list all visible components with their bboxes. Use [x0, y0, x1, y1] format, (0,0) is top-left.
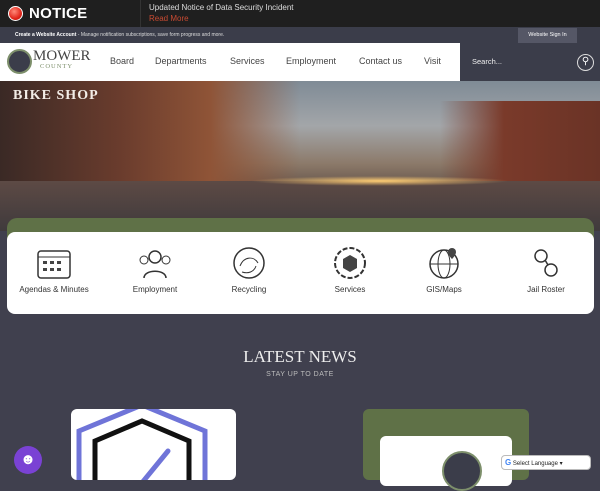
latest-news-subtitle: STAY UP TO DATE — [266, 371, 334, 378]
language-select[interactable]: G Select Language ▾ — [501, 455, 591, 470]
quick-link-gis-maps[interactable]: GIS/Maps — [399, 244, 489, 294]
shield-check-icon — [76, 409, 208, 480]
nav-departments[interactable]: Departments — [155, 56, 207, 66]
recycle-globe-icon — [233, 247, 265, 279]
quick-link-label: Jail Roster — [527, 285, 565, 294]
globe-pin-icon — [429, 248, 459, 279]
search-icon[interactable]: ⚲ — [577, 54, 594, 71]
news-card-image — [380, 436, 512, 491]
brand-name: MOWER — [33, 48, 91, 64]
website-sign-in-button[interactable]: Website Sign In — [518, 28, 577, 43]
quick-link-employment[interactable]: Employment — [110, 244, 200, 294]
google-icon: G — [505, 458, 512, 467]
account-bar: Create a Website Account - Manage notifi… — [0, 27, 600, 43]
search-box[interactable]: Search... ⚲ — [460, 43, 600, 81]
hero-image: BIKE SHOP — [0, 81, 600, 231]
calendar-icon — [37, 250, 71, 279]
hero-lights — [250, 176, 510, 186]
language-label: Select Language — [512, 461, 558, 467]
brand-logo[interactable]: MOWER COUNTY — [33, 49, 91, 71]
quick-link-label: Recycling — [231, 285, 267, 294]
hero-sign: BIKE SHOP — [13, 88, 99, 103]
nav-employment[interactable]: Employment — [286, 56, 336, 66]
quick-link-label: Agendas & Minutes — [19, 285, 89, 294]
create-account-link[interactable]: Create a Website Account — [15, 32, 76, 38]
quick-link-agendas[interactable]: Agendas & Minutes — [9, 244, 99, 294]
quick-links: Agendas & Minutes Employment Recycling S… — [7, 232, 594, 314]
nav-contact-us[interactable]: Contact us — [359, 56, 402, 66]
divider — [140, 0, 141, 27]
read-more-link[interactable]: Read More — [149, 14, 189, 23]
notice-bar: NOTICE Updated Notice of Data Security I… — [0, 0, 600, 27]
county-logo-icon — [442, 451, 482, 491]
quick-link-label: Services — [334, 285, 366, 294]
handcuffs-icon — [534, 249, 558, 277]
quick-link-services[interactable]: Services — [305, 244, 395, 294]
accessibility-icon[interactable]: ☻ — [14, 446, 42, 474]
nav-services[interactable]: Services — [230, 56, 265, 66]
notice-message[interactable]: Updated Notice of Data Security Incident — [149, 3, 294, 12]
nav-visit[interactable]: Visit — [424, 56, 441, 66]
nav-board[interactable]: Board — [110, 56, 134, 66]
gear-box-icon — [334, 247, 366, 279]
brand-sub: COUNTY — [40, 63, 74, 70]
quick-link-label: Employment — [132, 285, 178, 294]
alert-icon — [8, 6, 23, 21]
quick-link-recycling[interactable]: Recycling — [204, 244, 294, 294]
notice-label: NOTICE — [29, 5, 88, 22]
account-bar-text: - Manage notification subscriptions, sav… — [76, 32, 225, 38]
county-logo-icon[interactable] — [7, 49, 32, 74]
latest-news-heading: LATEST NEWS — [243, 347, 357, 366]
main-nav: MOWER COUNTY Board Departments Services E… — [0, 43, 460, 81]
news-card[interactable] — [71, 409, 236, 480]
search-input[interactable]: Search... — [472, 57, 502, 66]
people-icon — [139, 250, 171, 279]
quick-link-label: GIS/Maps — [426, 285, 462, 294]
quick-link-jail-roster[interactable]: Jail Roster — [501, 244, 591, 294]
